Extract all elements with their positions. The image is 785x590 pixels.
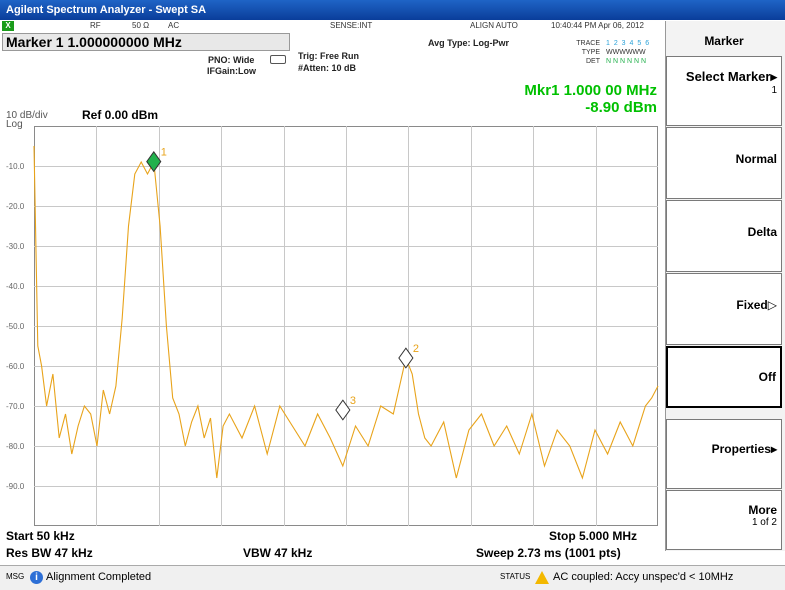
window-title: Agilent Spectrum Analyzer - Swept SA [6, 4, 207, 16]
select-marker-label: Select Marker [685, 69, 771, 84]
atten-label: #Atten: 10 dB [298, 63, 357, 73]
app-window: Agilent Spectrum Analyzer - Swept SA X R… [0, 0, 785, 590]
off-button[interactable]: Off [666, 346, 782, 408]
align-label: ALIGN AUTO [470, 21, 518, 30]
sense-label: SENSE:INT [330, 21, 373, 30]
avg-type-label: Avg Type: Log-Pwr [428, 38, 509, 48]
select-marker-value: 1 [771, 85, 777, 96]
normal-label: Normal [735, 152, 777, 166]
marker-label: 1 [161, 147, 167, 159]
pno-label: PNO: Wide [208, 55, 255, 65]
title-bar: Agilent Spectrum Analyzer - Swept SA [0, 0, 785, 20]
sweep: Sweep 2.73 ms (1001 pts) [476, 546, 621, 560]
properties-label: Properties [711, 442, 771, 456]
properties-button[interactable]: Properties▸ [666, 419, 782, 489]
arrow-right-icon: ▸ [770, 442, 777, 456]
arrow-right-icon: ▸ [770, 69, 777, 84]
det-label: DET [586, 58, 600, 65]
start-freq: Start 50 kHz [6, 529, 75, 543]
ref-level: Ref 0.00 dBm [82, 108, 159, 122]
pno-icon [270, 55, 286, 64]
rf-label: RF [90, 21, 101, 30]
msg-label: MSG [6, 572, 25, 581]
y-tick-label: -30.0 [6, 242, 25, 251]
status-label: STATUS [500, 572, 531, 581]
type-label: TYPE [581, 49, 600, 56]
softkey-header: Marker [666, 22, 782, 58]
ifgain-label: IFGain:Low [207, 66, 256, 76]
y-tick-label: -90.0 [6, 482, 25, 491]
y-tick-label: -70.0 [6, 402, 25, 411]
trig-label: Trig: Free Run [298, 51, 360, 61]
stop-freq: Stop 5.000 MHz [549, 529, 638, 543]
triangle-right-icon: ▷ [767, 298, 777, 312]
y-tick-label: -60.0 [6, 362, 25, 371]
off-label: Off [758, 370, 776, 384]
scale-log: Log [6, 119, 23, 130]
res-bw: Res BW 47 kHz [6, 546, 93, 560]
info-icon: i [30, 571, 43, 584]
warning-icon [535, 571, 549, 584]
marker-freq-readout: Mkr1 1.000 00 MHz [524, 82, 657, 99]
marker-ampl-readout: -8.90 dBm [585, 99, 657, 116]
y-tick-label: -50.0 [6, 322, 25, 331]
delta-button[interactable]: Delta [666, 200, 782, 272]
trace-label: TRACE [576, 40, 600, 47]
marker-label: 2 [413, 343, 419, 355]
status-text: AC coupled: Accy unspec'd < 10MHz [553, 571, 734, 583]
status-message: Alignment Completed [46, 571, 152, 583]
impedance-label: 50 Ω [132, 21, 150, 30]
type-value: WWWWWW [606, 49, 646, 56]
y-tick-label: -80.0 [6, 442, 25, 451]
trace-info: TRACE 1 2 3 4 5 6 TYPE WWWWWW DET N N N … [540, 28, 660, 68]
marker-title[interactable]: Marker 1 1.000000000 MHz [2, 33, 290, 51]
y-tick-label: -10.0 [6, 162, 25, 171]
trace-nums: 1 2 3 4 5 6 [606, 40, 651, 47]
marker-label: 3 [350, 395, 356, 407]
fixed-button[interactable]: Fixed▷ [666, 273, 782, 345]
y-tick-label: -20.0 [6, 202, 25, 211]
normal-button[interactable]: Normal [666, 127, 782, 199]
fixed-label: Fixed [736, 298, 768, 312]
coupling-label: AC [168, 21, 180, 30]
more-button[interactable]: More 1 of 2 [666, 490, 782, 550]
more-sub: 1 of 2 [751, 517, 777, 528]
spectrum-graph[interactable]: -10.0 -20.0 -30.0 -40.0 -50.0 -60.0 -70.0 -80.0… [6, 126, 659, 526]
status-bar: MSG i Alignment Completed STATUS AC coup… [0, 565, 785, 590]
select-marker-button[interactable]: Select Marker▸ 1 [666, 56, 782, 126]
vbw: VBW 47 kHz [243, 546, 313, 560]
more-label: More [748, 503, 777, 517]
delta-label: Delta [747, 225, 777, 239]
y-tick-label: -40.0 [6, 282, 25, 291]
det-value: N N N N N N [606, 58, 647, 65]
